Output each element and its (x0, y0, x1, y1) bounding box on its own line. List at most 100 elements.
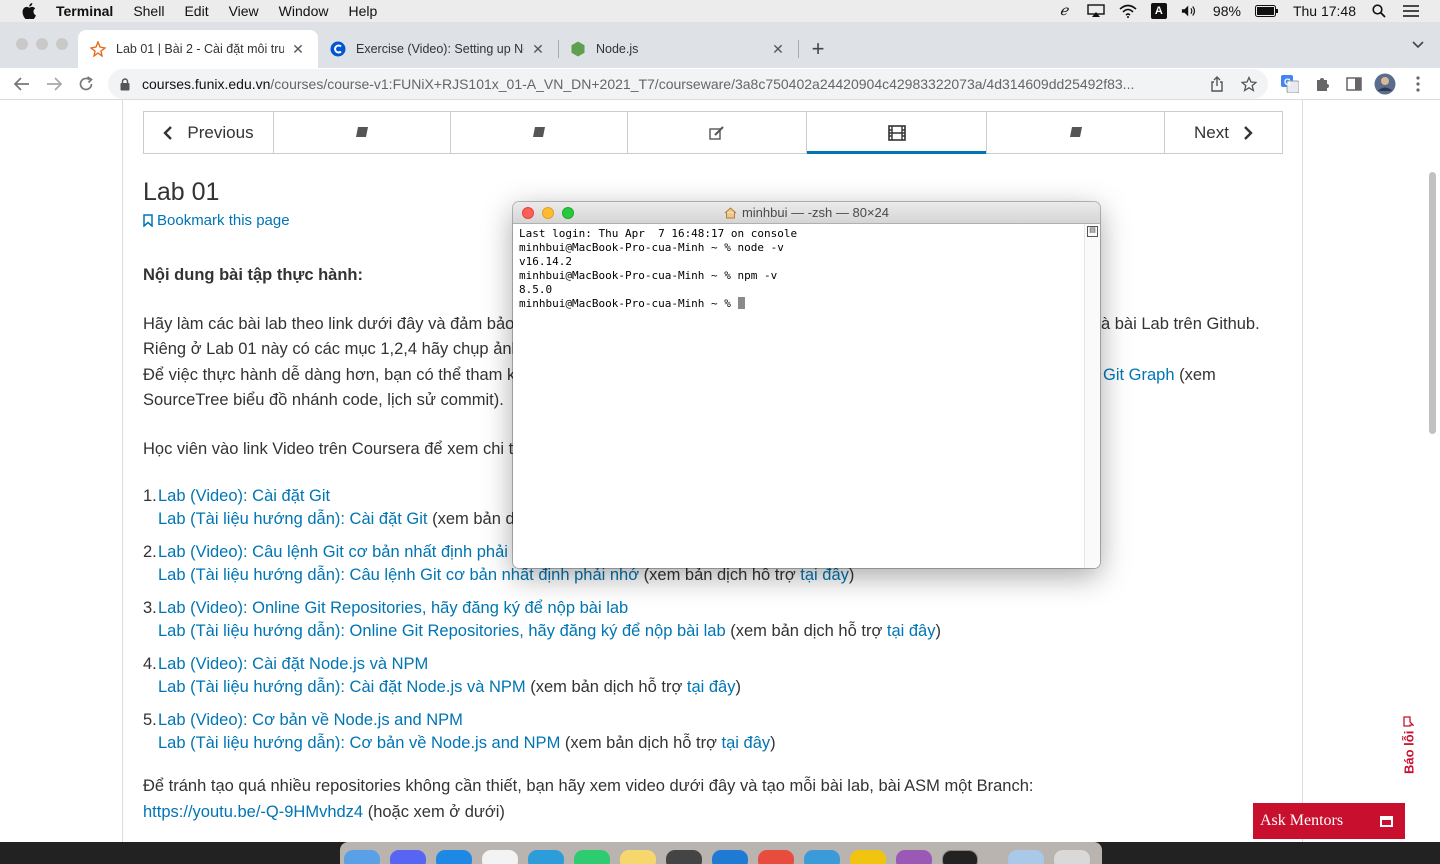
music-dock-icon[interactable] (482, 850, 518, 864)
profile-avatar[interactable] (1373, 72, 1397, 96)
paragraph-3-suffix: (xem (1174, 366, 1216, 384)
app-dock-icon[interactable] (528, 850, 564, 864)
tab-search-chevron-icon[interactable] (1412, 36, 1424, 52)
discord-dock-icon[interactable] (390, 850, 426, 864)
reload-icon[interactable] (74, 72, 98, 96)
terminal-scrollbar[interactable]: ▤ (1084, 224, 1100, 568)
notes-dock-icon[interactable] (620, 850, 656, 864)
wifi-icon[interactable] (1119, 3, 1137, 19)
share-icon[interactable] (1208, 75, 1226, 93)
new-tab-plus-icon[interactable]: + (808, 36, 828, 62)
menu-app-name[interactable]: Terminal (56, 3, 113, 19)
safari-dock-icon[interactable] (804, 850, 840, 864)
lab-video-link[interactable]: Lab (Video): Câu lệnh Git cơ bản nhất đị… (158, 543, 522, 561)
terminal-window[interactable]: minhbui — -zsh — 80×24 Last login: Thu A… (513, 202, 1100, 568)
trash-dock-icon[interactable] (1054, 850, 1090, 864)
script-e-icon[interactable]: ℯ (1055, 3, 1073, 19)
app-dock-icon[interactable] (850, 850, 886, 864)
menu-help[interactable]: Help (348, 3, 377, 19)
git-graph-link[interactable]: Git Graph (1103, 366, 1175, 384)
battery-icon[interactable] (1254, 3, 1279, 19)
extensions-puzzle-icon[interactable] (1310, 72, 1334, 96)
previous-button[interactable]: Previous (144, 112, 274, 153)
report-error-tab[interactable]: Báo lỗi (1398, 694, 1420, 774)
terminal-prompt-line[interactable]: minhbui@MacBook-Pro-cua-Minh ~ % (519, 297, 1078, 311)
volume-icon[interactable] (1181, 3, 1199, 19)
forward-arrow-icon[interactable] (42, 72, 66, 96)
tab-exercise-video[interactable]: Exercise (Video): Setting up No ✕ (318, 30, 558, 68)
page-title: Lab 01 (143, 178, 220, 206)
app-dock-icon[interactable] (666, 850, 702, 864)
translation-here-link[interactable]: tại đây (800, 566, 849, 584)
terminal-close-button[interactable] (522, 207, 534, 219)
minimize-icon[interactable] (1380, 816, 1393, 827)
browser-minimize-button[interactable] (36, 38, 48, 50)
input-source-icon[interactable]: A (1150, 3, 1167, 19)
bookmark-star-icon[interactable] (1240, 75, 1258, 93)
chevron-left-icon (163, 125, 173, 140)
control-center-icon[interactable] (1402, 3, 1420, 19)
next-button[interactable]: Next (1165, 112, 1282, 153)
terminal-minimize-button[interactable] (542, 207, 554, 219)
terminal-zoom-button[interactable] (562, 207, 574, 219)
menu-window[interactable]: Window (279, 3, 329, 19)
downloads-dock-icon[interactable] (1008, 850, 1044, 864)
vscode-dock-icon[interactable] (712, 850, 748, 864)
lab-video-link[interactable]: Lab (Video): Cơ bản về Node.js and NPM (158, 711, 463, 729)
unit-tab-2[interactable] (451, 112, 628, 153)
lock-icon[interactable] (120, 77, 132, 91)
finder-dock-icon[interactable] (344, 850, 380, 864)
menu-view[interactable]: View (229, 3, 259, 19)
lab-doc-link[interactable]: Lab (Tài liệu hướng dẫn): Câu lệnh Git c… (158, 566, 639, 584)
translation-here-link[interactable]: tại đây (687, 678, 736, 696)
app-dock-icon[interactable] (758, 850, 794, 864)
translation-here-link[interactable]: tại đây (722, 734, 771, 752)
unit-tab-1[interactable] (274, 112, 451, 153)
unit-tab-5[interactable] (987, 112, 1165, 153)
lab-video-link[interactable]: Lab (Video): Cài đặt Git (158, 487, 330, 505)
apple-icon[interactable] (20, 2, 38, 20)
tab-nodejs[interactable]: Node.js ✕ (558, 30, 798, 68)
youtube-line: https://youtu.be/-Q-9HMvhdz4 (hoặc xem ở… (143, 800, 505, 825)
unit-tab-4-video[interactable] (807, 112, 987, 154)
tab-close-icon[interactable]: ✕ (530, 41, 546, 58)
messenger-dock-icon[interactable] (436, 850, 472, 864)
lab-video-link[interactable]: Lab (Video): Online Git Repositories, hã… (158, 599, 628, 617)
lab-doc-link[interactable]: Lab (Tài liệu hướng dẫn): Cơ bản về Node… (158, 734, 560, 752)
chrome-menu-kebab-icon[interactable] (1406, 72, 1430, 96)
translation-here-link[interactable]: tại đây (887, 622, 936, 640)
address-bar[interactable]: courses.funix.edu.vn/courses/course-v1:F… (108, 69, 1268, 99)
lab-doc-line: Lab (Tài liệu hướng dẫn): Online Git Rep… (158, 620, 941, 643)
ask-mentors-widget[interactable]: Ask Mentors (1253, 803, 1405, 839)
bookmark-link[interactable]: Bookmark this page (143, 212, 290, 229)
svg-text:G: G (1284, 77, 1291, 87)
side-panel-icon[interactable] (1342, 72, 1366, 96)
browser-zoom-button[interactable] (56, 38, 68, 50)
lab-doc-link[interactable]: Lab (Tài liệu hướng dẫn): Cài đặt Git (158, 510, 428, 528)
clock[interactable]: Thu 17:48 (1293, 3, 1356, 19)
google-translate-icon[interactable]: G (1278, 72, 1302, 96)
menu-edit[interactable]: Edit (184, 3, 208, 19)
report-error-label: Báo lỗi (1401, 730, 1417, 774)
numbers-dock-icon[interactable] (574, 850, 610, 864)
youtube-link[interactable]: https://youtu.be/-Q-9HMvhdz4 (143, 803, 363, 821)
chevron-right-icon (1244, 125, 1253, 140)
lab-doc-link[interactable]: Lab (Tài liệu hướng dẫn): Online Git Rep… (158, 622, 726, 640)
browser-close-button[interactable] (16, 38, 28, 50)
airplay-icon[interactable] (1087, 3, 1105, 19)
terminal-dock-icon[interactable] (942, 850, 978, 864)
tab-lab01[interactable]: Lab 01 | Bài 2 - Cài đặt môi trư ✕ (78, 30, 318, 68)
page-scrollbar[interactable] (1429, 172, 1436, 434)
app-dock-icon[interactable] (896, 850, 932, 864)
terminal-split-icon[interactable]: ▤ (1087, 226, 1098, 237)
unit-tab-3[interactable] (628, 112, 807, 153)
spotlight-search-icon[interactable] (1370, 3, 1388, 19)
terminal-title-bar[interactable]: minhbui — -zsh — 80×24 (513, 202, 1100, 224)
tab-close-icon[interactable]: ✕ (290, 41, 306, 58)
menu-shell[interactable]: Shell (133, 3, 164, 19)
back-arrow-icon[interactable] (10, 72, 34, 96)
lab-video-link[interactable]: Lab (Video): Cài đặt Node.js và NPM (158, 655, 428, 673)
terminal-output[interactable]: Last login: Thu Apr 7 16:48:17 on consol… (513, 224, 1084, 568)
tab-close-icon[interactable]: ✕ (770, 41, 786, 58)
lab-doc-link[interactable]: Lab (Tài liệu hướng dẫn): Cài đặt Node.j… (158, 678, 526, 696)
